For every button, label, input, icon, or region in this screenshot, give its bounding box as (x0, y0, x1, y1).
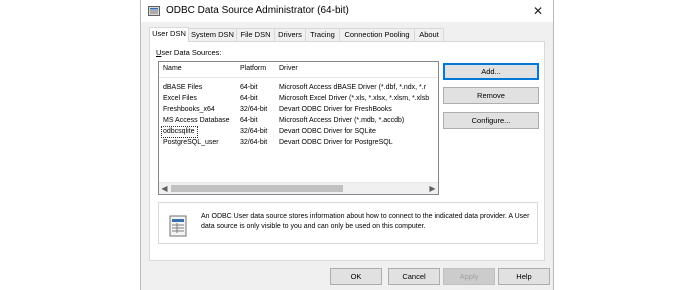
dsn-name: PostgreSQL_user (163, 139, 219, 146)
dsn-platform: 64-bit (240, 84, 258, 91)
tab-connection-pooling[interactable]: Connection Pooling (339, 28, 415, 41)
dsn-name: Excel Files (163, 95, 197, 102)
close-button[interactable]: ✕ (523, 0, 553, 22)
dsn-name: Freshbooks_x64 (163, 106, 215, 113)
list-header: Name Platform Driver (159, 62, 438, 78)
list-item[interactable]: MS Access Database 64-bit Microsoft Acce… (159, 116, 438, 126)
info-description: An ODBC User data source stores informat… (201, 213, 530, 230)
tab-system-dsn[interactable]: System DSN (188, 28, 237, 41)
scrollbar-thumb[interactable] (171, 185, 343, 192)
tab-user-dsn[interactable]: User DSN (149, 27, 189, 42)
odbc-admin-icon (148, 5, 160, 17)
dsn-platform: 32/64-bit (240, 139, 268, 146)
column-header-driver[interactable]: Driver (279, 65, 298, 72)
tab-drivers[interactable]: Drivers (274, 28, 306, 41)
configure-button[interactable]: Configure... (443, 112, 539, 129)
remove-button[interactable]: Remove (443, 87, 539, 104)
dsn-platform: 32/64-bit (240, 128, 268, 135)
apply-button[interactable]: Apply (443, 268, 495, 285)
close-icon: ✕ (532, 4, 544, 18)
dsn-driver: Devart ODBC Driver for FreshBooks (279, 106, 392, 113)
odbc-admin-window: ODBC Data Source Administrator (64-bit) … (140, 0, 554, 290)
column-header-name[interactable]: Name (163, 65, 182, 72)
dsn-platform: 64-bit (240, 95, 258, 102)
tab-file-dsn[interactable]: File DSN (236, 28, 275, 41)
cancel-button[interactable]: Cancel (388, 268, 440, 285)
data-sources-list[interactable]: Name Platform Driver dBASE Files 64-bit … (158, 61, 439, 195)
help-button[interactable]: Help (498, 268, 550, 285)
dsn-name: MS Access Database (163, 117, 230, 124)
dsn-driver: Devart ODBC Driver for PostgreSQL (279, 139, 393, 146)
user-dsn-panel: User Data Sources: Name Platform Driver … (149, 41, 545, 261)
dsn-driver: Microsoft Excel Driver (*.xls, *.xlsx, *… (279, 95, 430, 102)
list-item[interactable]: Excel Files 64-bit Microsoft Excel Drive… (159, 94, 438, 104)
dsn-platform: 32/64-bit (240, 106, 268, 113)
title-bar: ODBC Data Source Administrator (64-bit) … (141, 0, 553, 22)
dsn-driver: Devart ODBC Driver for SQLite (279, 128, 376, 135)
scroll-right-icon[interactable]: ▶ (427, 183, 438, 194)
tab-tracing[interactable]: Tracing (305, 28, 340, 41)
dsn-platform: 64-bit (240, 117, 258, 124)
tab-about[interactable]: About (414, 28, 444, 41)
dsn-driver: Microsoft Access Driver (*.mdb, *.accdb) (279, 117, 405, 124)
column-header-platform[interactable]: Platform (240, 65, 266, 72)
dsn-driver: Microsoft Access dBASE Driver (*.dbf, *.… (279, 84, 427, 91)
horizontal-scrollbar[interactable]: ◀ ▶ (159, 182, 438, 194)
list-item[interactable]: Freshbooks_x64 32/64-bit Devart ODBC Dri… (159, 105, 438, 115)
list-item-selected[interactable]: odbcsqlite 32/64-bit Devart ODBC Driver … (159, 126, 438, 138)
list-item[interactable]: dBASE Files 64-bit Microsoft Access dBAS… (159, 83, 438, 93)
dsn-name: dBASE Files (163, 84, 203, 91)
ok-button[interactable]: OK (330, 268, 382, 285)
datasource-info-icon (169, 215, 187, 237)
dsn-name: odbcsqlite (161, 126, 198, 138)
info-box: An ODBC User data source stores informat… (158, 202, 538, 244)
user-data-sources-label: User Data Sources: (156, 48, 222, 57)
list-item[interactable]: PostgreSQL_user 32/64-bit Devart ODBC Dr… (159, 138, 438, 148)
scroll-left-icon[interactable]: ◀ (159, 183, 170, 194)
window-title: ODBC Data Source Administrator (64-bit) (166, 5, 349, 16)
add-button[interactable]: Add... (443, 63, 539, 80)
